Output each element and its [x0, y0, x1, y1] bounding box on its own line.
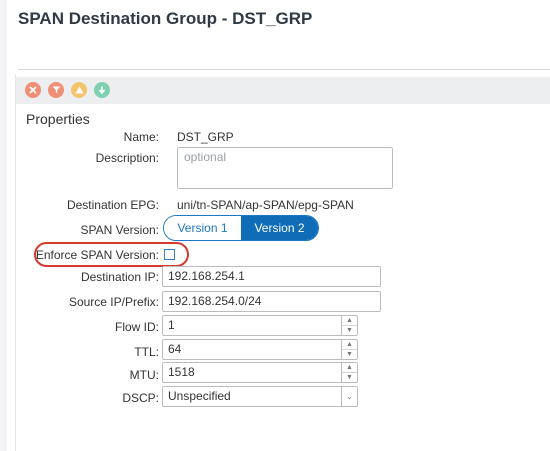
source-ip-prefix-input[interactable]: 192.168.254.0/24 — [162, 291, 381, 312]
mtu-value: 1518 — [168, 365, 195, 379]
destination-epg-label: Destination EPG: — [66, 198, 159, 212]
destination-epg-value: uni/tn-SPAN/ap-SPAN/epg-SPAN — [177, 198, 354, 212]
dscp-label: DSCP: — [122, 391, 159, 405]
span-version-1-option[interactable]: Version 1 — [164, 216, 241, 240]
enforce-span-version-label: Enforce SPAN Version: — [35, 248, 159, 262]
flow-id-value: 1 — [168, 318, 175, 332]
dscp-select[interactable]: Unspecified ⌄ — [162, 386, 358, 407]
span-version-label: SPAN Version: — [80, 223, 159, 237]
chevron-up-icon[interactable]: ▲ — [342, 363, 357, 372]
chevron-down-icon[interactable]: ▼ — [342, 325, 357, 335]
source-ip-prefix-label: Source IP/Prefix: — [68, 295, 159, 309]
chevron-down-icon[interactable]: ▼ — [342, 372, 357, 382]
page-title: SPAN Destination Group - DST_GRP — [18, 9, 313, 28]
properties-panel: Properties Name: DST_GRP Description: op… — [15, 74, 550, 451]
name-label: Name: — [123, 130, 159, 144]
title-divider — [18, 69, 550, 70]
source-ip-prefix-value: 192.168.254.0/24 — [168, 294, 262, 308]
ttl-label: TTL: — [134, 345, 159, 359]
flow-id-spinner[interactable]: ▲ ▼ — [341, 316, 357, 335]
warning-icon[interactable] — [71, 82, 87, 98]
filter-icon[interactable] — [48, 82, 64, 98]
ttl-value: 64 — [168, 342, 182, 356]
section-title: Properties — [26, 111, 90, 127]
toolbar — [16, 77, 550, 104]
flow-id-stepper[interactable]: 1 ▲ ▼ — [162, 315, 358, 336]
chevron-down-icon[interactable]: ▼ — [342, 349, 357, 359]
description-placeholder: optional — [184, 150, 227, 164]
description-field[interactable]: optional — [177, 147, 393, 189]
span-version-toggle: Version 1 Version 2 — [163, 215, 319, 241]
ttl-stepper[interactable]: 64 ▲ ▼ — [162, 339, 358, 360]
mtu-spinner[interactable]: ▲ ▼ — [341, 363, 357, 382]
enforce-span-version-checkbox[interactable] — [164, 249, 175, 260]
chevron-up-icon[interactable]: ▲ — [342, 316, 357, 325]
destination-ip-value: 192.168.254.1 — [168, 269, 245, 283]
mtu-stepper[interactable]: 1518 ▲ ▼ — [162, 362, 358, 383]
chevron-down-icon[interactable]: ⌄ — [341, 387, 357, 406]
name-value: DST_GRP — [177, 130, 234, 144]
flow-id-label: Flow ID: — [114, 320, 159, 334]
span-version-2-option[interactable]: Version 2 — [241, 216, 318, 240]
mtu-label: MTU: — [129, 368, 159, 382]
chevron-up-icon[interactable]: ▲ — [342, 340, 357, 349]
dscp-value: Unspecified — [168, 389, 231, 403]
ttl-spinner[interactable]: ▲ ▼ — [341, 340, 357, 359]
delete-icon[interactable] — [25, 82, 41, 98]
info-icon[interactable] — [94, 82, 110, 98]
description-label: Description: — [95, 151, 159, 165]
left-strip — [0, 0, 7, 451]
destination-ip-label: Destination IP: — [80, 270, 159, 284]
destination-ip-input[interactable]: 192.168.254.1 — [162, 266, 381, 287]
